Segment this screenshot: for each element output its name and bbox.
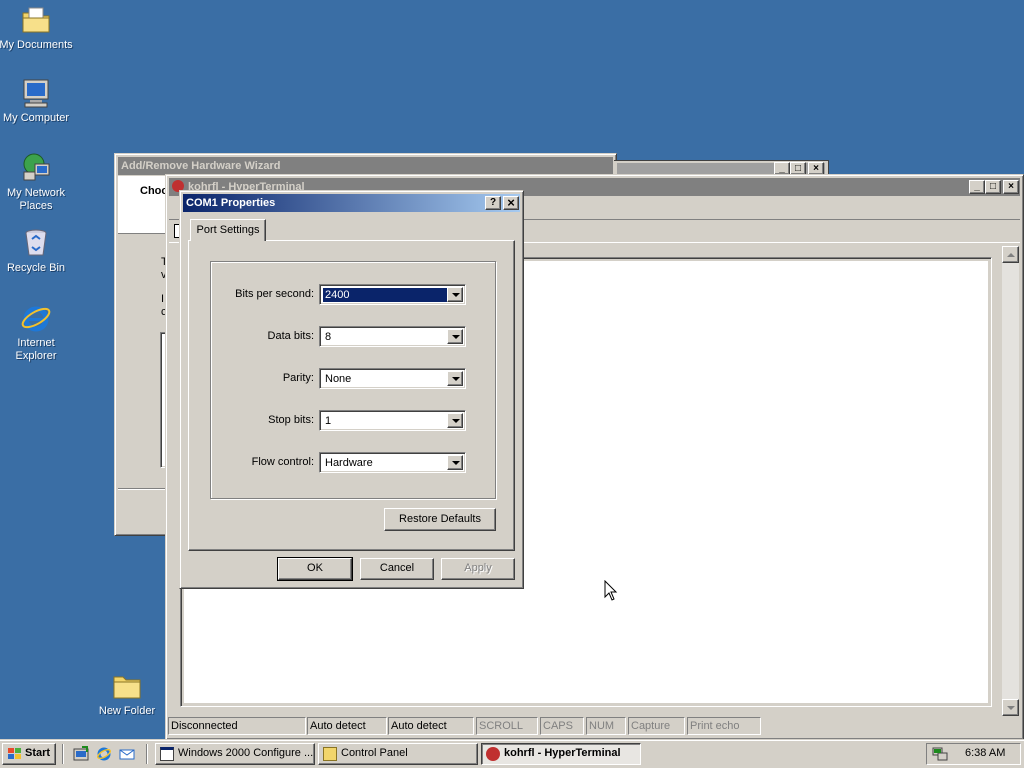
help-button[interactable]: ? — [485, 196, 501, 210]
task-windows-2000-configure[interactable]: Windows 2000 Configure ... — [155, 743, 315, 765]
task-label: kohrfl - HyperTerminal — [504, 747, 621, 759]
status-print-echo: Print echo — [687, 717, 761, 735]
desktop-icon-label: Internet Explorer — [15, 337, 57, 362]
status-connection: Disconnected — [168, 717, 306, 735]
network-status-icon[interactable] — [932, 746, 948, 762]
apply-label: Apply — [464, 562, 492, 574]
desktop-icon-recycle-bin[interactable]: Recycle Bin — [0, 227, 74, 275]
vertical-scrollbar[interactable] — [1002, 246, 1019, 716]
tab-port-settings[interactable]: Port Settings — [190, 219, 266, 241]
scroll-down-button[interactable] — [1002, 699, 1019, 716]
chevron-down-icon[interactable] — [447, 287, 463, 302]
tab-label: Port Settings — [196, 224, 260, 236]
desktop-icon-new-folder[interactable]: New Folder — [89, 670, 165, 718]
taskbar-separator — [146, 744, 148, 764]
bits-per-second-select[interactable]: 2400 — [319, 284, 466, 305]
ok-button[interactable]: OK — [277, 557, 353, 581]
show-desktop-icon[interactable] — [73, 746, 89, 762]
start-label: Start — [25, 747, 51, 759]
hyperterminal-icon — [486, 747, 500, 761]
chevron-down-icon[interactable] — [447, 329, 463, 344]
desktop-icon-label: New Folder — [98, 705, 156, 717]
cancel-button[interactable]: Cancel — [360, 558, 434, 580]
wizard-heading: Choo — [140, 185, 169, 197]
computer-icon — [20, 77, 52, 109]
mouse-cursor-icon — [604, 580, 618, 601]
desktop-icon-label: My Documents — [0, 39, 73, 51]
start-button[interactable]: Start — [2, 743, 56, 765]
chevron-down-icon[interactable] — [447, 455, 463, 470]
chevron-down-icon[interactable] — [447, 371, 463, 386]
parity-label: Parity: — [282, 372, 314, 384]
desktop-icon-my-computer[interactable]: My Computer — [0, 77, 74, 125]
restore-defaults-button[interactable]: Restore Defaults — [384, 508, 496, 531]
parity-value: None — [325, 373, 352, 385]
wizard-text: I — [161, 293, 165, 305]
stop-bits-value: 1 — [325, 415, 332, 427]
stop-bits-label: Stop bits: — [268, 414, 314, 426]
ok-label: OK — [307, 562, 323, 574]
flow-control-value: Hardware — [325, 457, 373, 469]
data-bits-label: Data bits: — [267, 330, 314, 342]
apply-button[interactable]: Apply — [441, 558, 515, 580]
control-panel-icon — [323, 747, 337, 761]
status-auto-detect-1: Auto detect — [307, 717, 387, 735]
internet-explorer-icon — [20, 302, 52, 334]
dialog-title: COM1 Properties — [186, 197, 276, 209]
bits-per-second-label: Bits per second: — [235, 288, 314, 300]
bits-per-second-value: 2400 — [323, 288, 447, 302]
clock[interactable]: 6:38 AM — [965, 747, 1005, 759]
wizard-title-bar[interactable]: Add/Remove Hardware Wizard — [118, 157, 613, 175]
flow-control-label: Flow control: — [251, 456, 314, 468]
task-control-panel[interactable]: Control Panel — [318, 743, 478, 765]
desktop-icon-my-documents[interactable]: My Documents — [0, 4, 74, 52]
desktop-icon-label: My Network Places — [6, 187, 66, 212]
close-button[interactable]: × — [1003, 180, 1019, 194]
recycle-bin-icon — [20, 227, 52, 259]
taskbar-separator — [62, 744, 64, 764]
chevron-down-icon[interactable] — [447, 413, 463, 428]
desktop-icon-internet-explorer[interactable]: Internet Explorer — [0, 302, 74, 363]
close-button[interactable]: × — [503, 196, 519, 210]
minimize-button[interactable]: _ — [969, 180, 985, 194]
cancel-label: Cancel — [379, 562, 415, 574]
maximize-button[interactable]: □ — [985, 180, 1001, 194]
restore-defaults-label: Restore Defaults — [399, 513, 481, 525]
desktop-icon-my-network-places[interactable]: My Network Places — [0, 152, 74, 213]
wizard-title: Add/Remove Hardware Wizard — [121, 160, 281, 172]
data-bits-select[interactable]: 8 — [319, 326, 466, 347]
desktop-icon-label: Recycle Bin — [6, 262, 66, 274]
window-icon — [160, 747, 174, 761]
data-bits-value: 8 — [325, 331, 332, 343]
folder-icon — [111, 670, 143, 702]
desktop-icon-label: My Computer — [2, 112, 70, 124]
task-hyperterminal[interactable]: kohrfl - HyperTerminal — [481, 743, 641, 765]
system-tray: 6:38 AM — [926, 743, 1021, 765]
windows-logo-icon — [8, 748, 21, 759]
status-capture: Capture — [628, 717, 685, 735]
com1-properties-dialog[interactable]: COM1 Properties ? × Port Settings Bits p… — [179, 190, 524, 589]
flow-control-select[interactable]: Hardware — [319, 452, 466, 473]
scroll-up-button[interactable] — [1002, 246, 1019, 263]
task-label: Control Panel — [341, 747, 408, 759]
status-scroll: SCROLL — [476, 717, 538, 735]
outlook-express-icon[interactable] — [119, 746, 135, 762]
status-caps: CAPS — [540, 717, 584, 735]
status-num: NUM — [586, 717, 626, 735]
stop-bits-select[interactable]: 1 — [319, 410, 466, 431]
internet-explorer-icon[interactable] — [96, 746, 112, 762]
network-icon — [20, 152, 52, 184]
status-auto-detect-2: Auto detect — [388, 717, 474, 735]
task-label: Windows 2000 Configure ... — [178, 747, 314, 759]
dialog-title-bar[interactable]: COM1 Properties ? × — [183, 194, 520, 212]
folder-icon — [20, 4, 52, 36]
parity-select[interactable]: None — [319, 368, 466, 389]
